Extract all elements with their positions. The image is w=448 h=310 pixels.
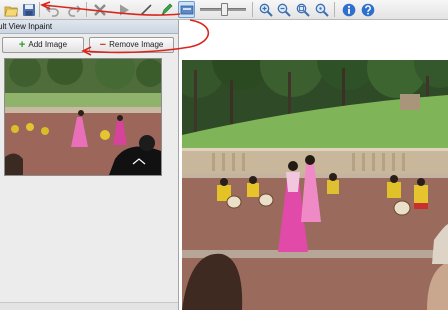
minus-icon: −	[99, 39, 107, 51]
panel-horizontal-scrollbar[interactable]	[0, 302, 178, 310]
zoom-out-icon[interactable]	[276, 2, 291, 17]
main-image-view[interactable]	[182, 60, 448, 310]
toolbar-separator	[252, 2, 253, 17]
zoom-slider-thumb[interactable]	[221, 3, 228, 16]
panel-title-text: ult View Inpaint	[0, 22, 53, 31]
remove-image-button[interactable]: − Remove Image	[89, 37, 174, 53]
image-list-panel: ult View Inpaint + Add Image − Remove Im…	[0, 20, 179, 310]
toolbar-separator	[334, 2, 335, 17]
image-thumbnail[interactable]	[4, 58, 162, 176]
redo-icon[interactable]	[66, 2, 81, 17]
help-icon[interactable]	[360, 2, 375, 17]
open-icon[interactable]	[3, 2, 18, 17]
delete-icon[interactable]	[92, 2, 107, 17]
add-image-button[interactable]: + Add Image	[2, 37, 84, 53]
zoom-actual-icon[interactable]	[314, 2, 329, 17]
panel-title: ult View Inpaint	[0, 20, 178, 34]
toolbar	[0, 0, 448, 20]
pen-icon[interactable]	[159, 2, 174, 17]
zoom-in-icon[interactable]	[258, 2, 273, 17]
main-photo	[182, 60, 448, 310]
play-icon[interactable]	[116, 2, 131, 17]
inpaint-icon[interactable]	[178, 1, 195, 18]
undo-icon[interactable]	[45, 2, 60, 17]
add-image-label: Add Image	[28, 40, 68, 49]
thumbnail-photo	[5, 59, 161, 175]
zoom-fit-icon[interactable]	[295, 2, 310, 17]
plus-icon: +	[18, 39, 26, 51]
save-icon[interactable]	[21, 2, 36, 17]
toolbar-separator	[39, 2, 40, 17]
line-icon[interactable]	[138, 2, 153, 17]
remove-image-label: Remove Image	[109, 40, 164, 49]
info-icon[interactable]	[341, 2, 356, 17]
toolbar-separator	[86, 2, 87, 17]
